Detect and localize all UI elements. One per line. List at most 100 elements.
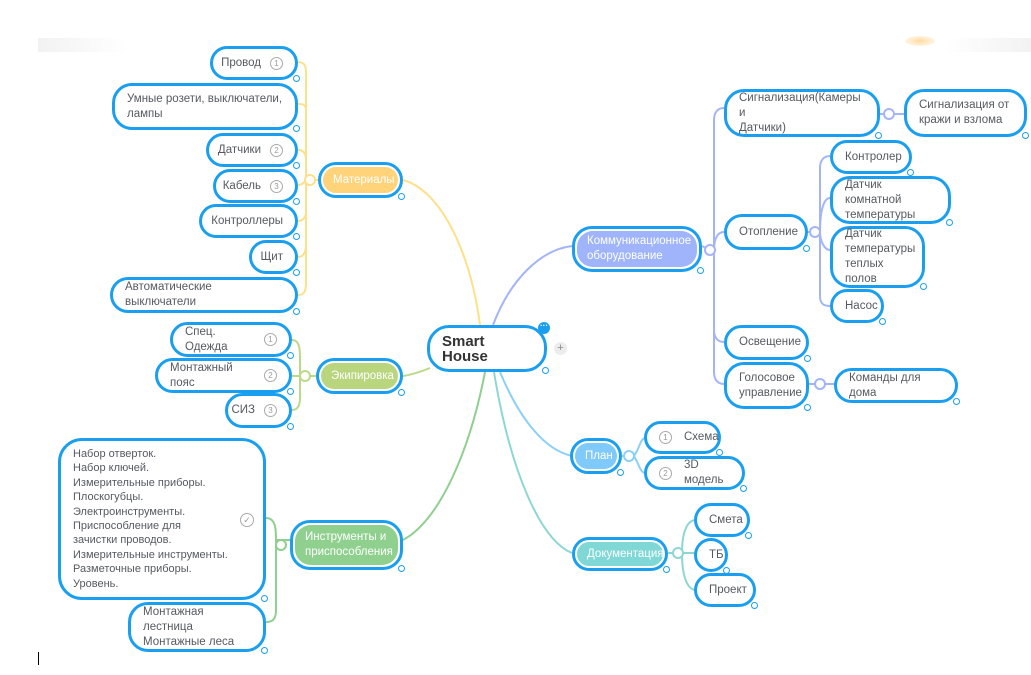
link-tools-2	[265, 540, 277, 623]
resize-handle[interactable]	[287, 388, 294, 395]
root-node[interactable]: Smart House ···	[427, 322, 550, 374]
link-root-tools	[402, 371, 486, 541]
resize-handle[interactable]	[293, 125, 300, 132]
resize-handle[interactable]	[697, 267, 704, 274]
resize-handle[interactable]	[287, 352, 294, 359]
ellipsis-icon[interactable]: ···	[538, 322, 550, 334]
resize-handle[interactable]	[542, 367, 549, 374]
collapse-toggle-materials[interactable]	[304, 174, 316, 186]
communication-item[interactable]: Отопление	[724, 214, 810, 252]
resize-handle[interactable]	[804, 404, 811, 411]
link-heat-3	[819, 231, 831, 251]
resize-handle[interactable]	[920, 283, 927, 290]
heating-item[interactable]: Контролер	[830, 140, 914, 176]
resize-handle[interactable]	[261, 647, 268, 654]
collapse-toggle-alarm[interactable]	[883, 108, 895, 120]
communication-item[interactable]: Голосовое управление	[724, 362, 811, 411]
resize-handle[interactable]	[946, 219, 953, 226]
priority-icon: 1	[270, 56, 283, 70]
collapse-toggle-heating[interactable]	[809, 226, 821, 238]
link-root-documentation	[493, 371, 573, 554]
branch-label: Материалы	[333, 173, 395, 186]
tools-item[interactable]: Монтажная лестница Монтажные леса	[128, 602, 268, 654]
materials-item[interactable]: Контроллеры	[199, 204, 300, 240]
link-root-equipment	[402, 367, 431, 377]
resize-handle[interactable]	[663, 566, 670, 573]
heating-item[interactable]: Датчик температуры теплых полов	[830, 226, 927, 290]
link-root-plan	[499, 371, 573, 457]
plan-item[interactable]: 1 Схема	[644, 421, 723, 456]
branch-plan[interactable]: План	[570, 438, 624, 476]
communication-subitem[interactable]: Сигнализация от кражи и взлома	[904, 89, 1029, 139]
equipment-item[interactable]: Монтажный пояс 2	[155, 358, 294, 395]
branch-materials[interactable]: Материалы	[318, 162, 405, 200]
materials-item[interactable]: Провод 1	[210, 46, 300, 82]
resize-handle[interactable]	[716, 449, 723, 456]
priority-icon: 2	[264, 369, 277, 382]
collapse-toggle-equipment[interactable]	[299, 370, 311, 382]
priority-icon: 1	[264, 333, 277, 346]
resize-handle[interactable]	[751, 602, 758, 609]
plus-icon[interactable]: +	[554, 342, 567, 355]
resize-handle[interactable]	[1022, 132, 1029, 139]
communication-item[interactable]: Освещение	[724, 325, 811, 362]
resize-handle[interactable]	[907, 169, 914, 176]
branch-label: План	[585, 449, 613, 462]
link-equipment-1	[291, 339, 301, 376]
resize-handle[interactable]	[293, 308, 300, 315]
voice-subitem[interactable]: Команды для дома	[834, 368, 960, 405]
resize-handle[interactable]	[293, 162, 300, 169]
materials-item[interactable]: Автоматические выключатели	[110, 277, 300, 315]
resize-handle[interactable]	[293, 75, 300, 82]
collapse-toggle-communication[interactable]	[704, 244, 716, 256]
equipment-item[interactable]: СИЗ 3	[225, 393, 294, 430]
heating-item[interactable]: Датчик комнатной температуры	[830, 176, 953, 226]
resize-handle[interactable]	[875, 132, 882, 139]
resize-handle[interactable]	[740, 485, 747, 492]
link-materials-4	[297, 211, 307, 222]
plan-item[interactable]: 2 3D модель	[644, 456, 747, 492]
equipment-item[interactable]: Спец. Одежда 1	[170, 322, 294, 359]
link-heat-2	[819, 197, 831, 233]
communication-item[interactable]: Сигнализация(Камеры и Датчики)	[724, 89, 882, 139]
heating-item[interactable]: Насос	[830, 289, 886, 325]
resize-handle[interactable]	[617, 469, 624, 476]
branch-documentation[interactable]: Документация	[572, 537, 670, 573]
priority-icon: 3	[264, 404, 277, 417]
documentation-item[interactable]: Смета	[694, 503, 752, 539]
materials-item[interactable]: Кабель 3	[213, 169, 300, 205]
resize-handle[interactable]	[803, 245, 810, 252]
branch-equipment[interactable]: Экипировка	[316, 358, 405, 396]
resize-handle[interactable]	[287, 423, 294, 430]
resize-handle[interactable]	[879, 318, 886, 325]
tools-item[interactable]: Набор отверток. Набор ключей. Измеритель…	[58, 438, 268, 602]
link-comm-light	[713, 250, 725, 343]
priority-icon: 2	[659, 466, 672, 480]
link-materials-5	[297, 244, 307, 258]
branch-communication[interactable]: Коммуникационное оборудование	[572, 226, 704, 274]
collapse-toggle-tools[interactable]	[275, 539, 287, 551]
collapse-toggle-documentation[interactable]	[672, 547, 684, 559]
resize-handle[interactable]	[398, 193, 405, 200]
documentation-item[interactable]: ТБ	[694, 538, 730, 574]
materials-item[interactable]: Умные розети, выключатели, лампы	[112, 83, 300, 132]
materials-item[interactable]: Щит	[249, 240, 300, 276]
documentation-item[interactable]: Проект	[694, 573, 758, 609]
resize-handle[interactable]	[293, 269, 300, 276]
materials-item[interactable]: Датчики 2	[206, 133, 300, 169]
branch-tools[interactable]: Инструменты и приспособления	[290, 520, 405, 572]
resize-handle[interactable]	[745, 532, 752, 539]
resize-handle[interactable]	[293, 198, 300, 205]
resize-handle[interactable]	[953, 398, 960, 405]
resize-handle[interactable]	[261, 595, 268, 602]
resize-handle[interactable]	[293, 233, 300, 240]
text-cursor	[38, 652, 39, 665]
link-materials-1	[297, 103, 307, 111]
collapse-toggle-plan[interactable]	[623, 450, 635, 462]
collapse-toggle-voice[interactable]	[814, 378, 826, 390]
branch-label: Документация	[587, 547, 664, 560]
resize-handle[interactable]	[398, 389, 405, 396]
resize-handle[interactable]	[398, 565, 405, 572]
resize-handle[interactable]	[804, 355, 811, 362]
link-root-materials	[402, 179, 481, 326]
